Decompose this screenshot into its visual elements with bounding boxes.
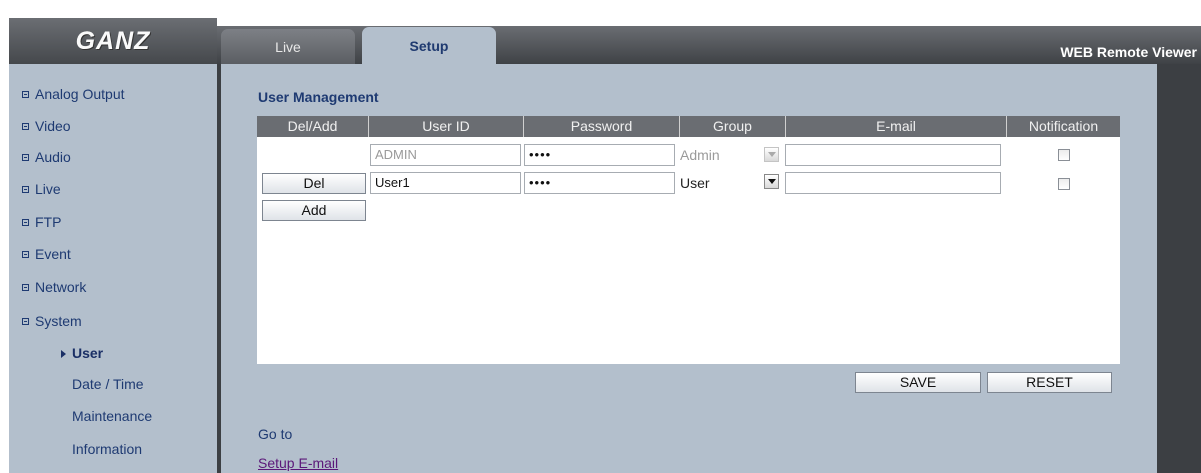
expand-icon [22, 90, 29, 98]
expand-icon [22, 153, 29, 161]
sidebar-item-video[interactable]: Video [22, 118, 71, 134]
expand-icon [22, 317, 29, 325]
app-title: WEB Remote Viewer [1060, 44, 1197, 60]
tab-setup[interactable]: Setup [362, 27, 496, 65]
sidebar-item-label: Analog Output [35, 86, 125, 102]
sidebar-item-label: Video [35, 118, 71, 134]
goto-label: Go to [258, 426, 293, 442]
expand-icon [22, 283, 29, 291]
section-title: User Management [258, 89, 379, 105]
expand-icon [22, 122, 29, 130]
sidebar-item-label: Audio [35, 149, 71, 165]
email-field[interactable] [785, 144, 1001, 166]
sidebar-item-live[interactable]: Live [22, 181, 61, 197]
sidebar-subitem-date-time[interactable]: Date / Time [72, 376, 144, 392]
sidebar-item-label: Event [35, 246, 71, 262]
sidebar-item-label: System [35, 313, 82, 329]
sidebar-item-label: Live [35, 181, 61, 197]
expand-icon [22, 250, 29, 258]
reset-button[interactable]: RESET [987, 372, 1112, 393]
sidebar-item-ftp[interactable]: FTP [22, 214, 61, 230]
sidebar-item-system[interactable]: System [22, 313, 82, 329]
dropdown-arrow-icon [764, 147, 779, 162]
tab-live[interactable]: Live [221, 29, 355, 65]
notification-checkbox[interactable] [1058, 149, 1070, 161]
password-field[interactable]: •••• [524, 172, 675, 194]
column-header-user-id: User ID [369, 116, 524, 137]
notification-checkbox[interactable] [1058, 178, 1070, 190]
column-header-group: Group [680, 116, 786, 137]
column-header-email: E-mail [786, 116, 1007, 137]
user-id-field[interactable]: User1 [370, 172, 521, 194]
sidebar-item-audio[interactable]: Audio [22, 149, 71, 165]
frame-right-border [1157, 64, 1201, 473]
column-header-notification: Notification [1028, 118, 1099, 134]
sidebar-item-analog-output[interactable]: Analog Output [22, 86, 125, 102]
setup-email-link[interactable]: Setup E-mail [258, 455, 338, 471]
expand-icon [22, 218, 29, 226]
save-button[interactable]: SAVE [855, 372, 981, 393]
sidebar-item-label: FTP [35, 214, 62, 230]
email-field[interactable] [785, 172, 1001, 194]
sidebar-subitem-label: User [72, 345, 104, 361]
expand-icon [22, 185, 29, 193]
table-header: Del/Add User ID Password Group E-mail No… [257, 116, 1120, 137]
sidebar-subitem-user[interactable]: User [61, 345, 103, 361]
del-button[interactable]: Del [262, 173, 366, 194]
column-header-password: Password [524, 116, 680, 137]
sidebar-item-network[interactable]: Network [22, 279, 86, 295]
sidebar-subitem-information[interactable]: Information [72, 441, 142, 457]
logo-area: GANZ [9, 18, 217, 64]
sidebar-item-event[interactable]: Event [22, 246, 71, 262]
add-button[interactable]: Add [262, 200, 366, 221]
ganz-logo: GANZ [75, 26, 151, 55]
password-field[interactable]: •••• [524, 144, 675, 166]
sidebar-item-label: Network [35, 279, 87, 295]
group-select-value: Admin [680, 147, 720, 163]
group-select-value[interactable]: User [680, 175, 710, 191]
sidebar-subitem-maintenance[interactable]: Maintenance [72, 408, 152, 424]
arrow-right-icon [61, 350, 66, 359]
dropdown-arrow-icon[interactable] [764, 174, 779, 189]
column-header-del-add: Del/Add [257, 116, 369, 137]
user-id-field: ADMIN [370, 144, 521, 166]
